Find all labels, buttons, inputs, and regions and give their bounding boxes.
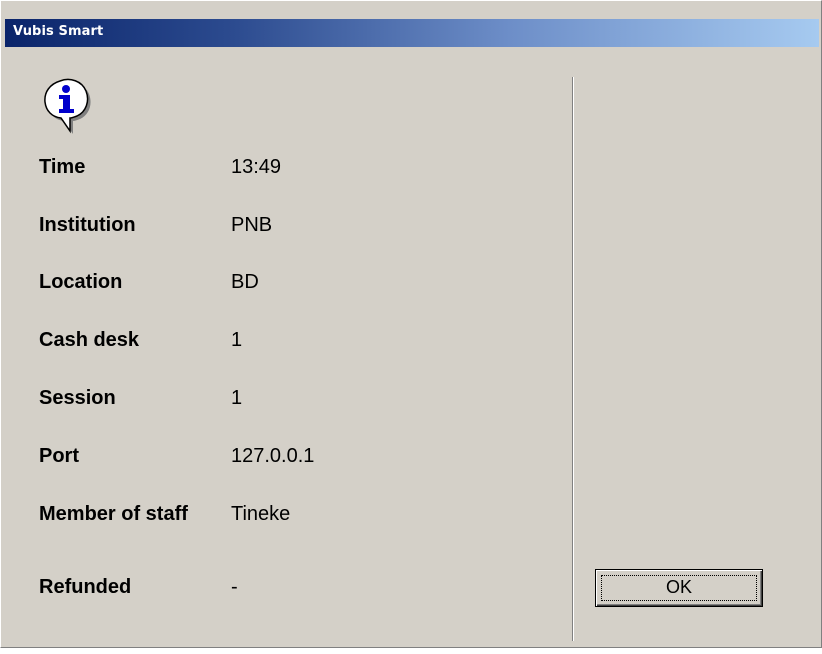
dialog-content: Time 13:49 Institution PNB Location BD C… — [5, 47, 819, 645]
info-icon — [39, 75, 95, 137]
label-member-of-staff: Member of staff — [39, 503, 188, 525]
title-bar[interactable]: Vubis Smart — [5, 19, 819, 47]
value-location: BD — [231, 271, 259, 293]
value-session: 1 — [231, 387, 243, 409]
value-member-of-staff: Tineke — [231, 503, 291, 525]
value-institution: PNB — [231, 214, 273, 236]
label-cash-desk: Cash desk — [39, 329, 140, 351]
value-refunded: - — [231, 576, 238, 598]
value-port: 127.0.0.1 — [231, 445, 315, 467]
value-time: 13:49 — [231, 156, 282, 178]
vertical-divider — [572, 77, 574, 641]
label-refunded: Refunded — [39, 576, 132, 598]
value-cash-desk: 1 — [231, 329, 243, 351]
label-location: Location — [39, 271, 123, 293]
label-time: Time — [39, 156, 86, 178]
label-port: Port — [39, 445, 79, 467]
label-institution: Institution — [39, 214, 136, 236]
ok-button-label: OK — [665, 577, 692, 597]
label-session: Session — [39, 387, 116, 409]
ok-button[interactable]: OK — [595, 569, 763, 607]
dialog-window: Vubis Smart Time 13:49 Institution PNB L… — [0, 0, 822, 648]
window-title: Vubis Smart — [13, 24, 104, 39]
